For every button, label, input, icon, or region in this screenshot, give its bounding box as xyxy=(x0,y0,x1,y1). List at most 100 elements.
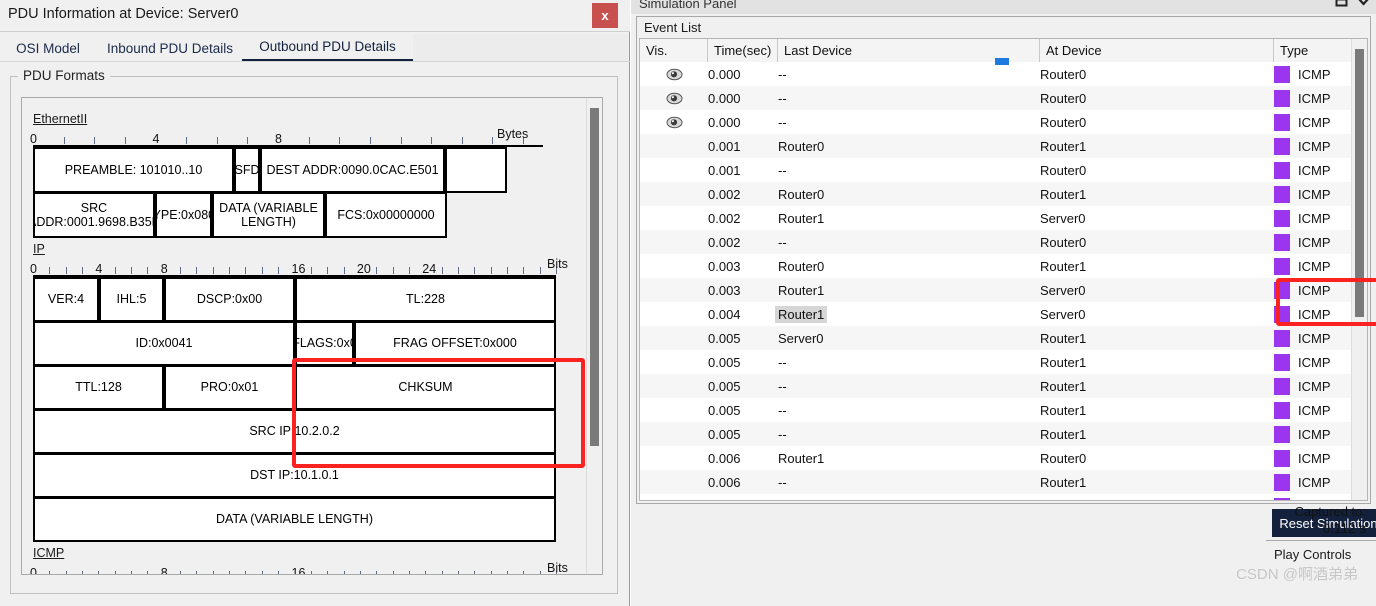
event-visibility-eye-icon[interactable] xyxy=(640,110,708,134)
event-type-color-swatch xyxy=(1274,65,1290,83)
ruler-tick xyxy=(310,267,312,274)
event-type-label: ICMP xyxy=(1298,426,1331,442)
ruler-tick xyxy=(245,571,247,574)
ruler-tick xyxy=(327,267,329,274)
event-table-row[interactable]: 0.005 -- Router1 ICMP xyxy=(640,422,1352,446)
ruler-tick xyxy=(212,571,214,574)
event-table-row[interactable]: 0.002 -- Router0 ICMP xyxy=(640,230,1352,254)
event-visibility-empty xyxy=(640,494,708,500)
event-type-color-swatch xyxy=(1274,233,1290,251)
event-scrollbar-thumb[interactable] xyxy=(1355,49,1364,317)
ruler-tick xyxy=(261,267,263,274)
tab-outbound-pdu-details[interactable]: Outbound PDU Details xyxy=(242,34,413,62)
event-table-row[interactable]: 0.005 Server0 Router1 ICMP xyxy=(640,326,1352,350)
column-header-time[interactable]: Time(sec) xyxy=(708,39,778,62)
event-table-row[interactable]: 0.001 -- Router0 ICMP xyxy=(640,158,1352,182)
event-table-row[interactable]: 0.006 -- Router1 ICMP xyxy=(640,470,1352,494)
event-type-cell: ICMP xyxy=(1274,398,1352,422)
tab-inbound-pdu-details[interactable]: Inbound PDU Details xyxy=(96,34,244,62)
ruler-tick xyxy=(229,267,231,274)
close-icon[interactable]: x xyxy=(592,3,618,28)
event-type-cell: ICMP xyxy=(1274,422,1352,446)
play-controls-label: Play Controls xyxy=(1274,547,1352,562)
event-table-row[interactable]: 0.006 Router1 Router0 ICMP xyxy=(640,446,1352,470)
event-type-cell: ICMP xyxy=(1274,302,1352,326)
event-visibility-eye-icon[interactable] xyxy=(640,86,708,110)
ruler-tick xyxy=(114,571,116,574)
ruler-tick xyxy=(425,571,427,574)
event-table-row[interactable]: 0.005 -- Router1 ICMP xyxy=(640,398,1352,422)
ruler-tick xyxy=(247,137,249,144)
event-table-row[interactable]: 0.002 Router1 Server0 ICMP xyxy=(640,206,1352,230)
ip-bit-ruler: 0 4 8 16 20 24 xyxy=(30,257,557,277)
ruler-tick-label: 0 xyxy=(30,262,37,276)
ruler-tick xyxy=(196,571,198,574)
event-time-cell: 0.001 xyxy=(708,162,741,178)
event-type-label: ICMP xyxy=(1298,186,1331,202)
event-type-label: ICMP xyxy=(1298,306,1331,322)
event-at-device-cell: Router0 xyxy=(1040,114,1087,130)
simulation-panel-title: Simulation Panel xyxy=(639,0,737,11)
event-last-device-cell: -- xyxy=(778,402,787,418)
event-last-device-cell: Router1 xyxy=(778,282,825,298)
event-type-color-swatch xyxy=(1274,161,1290,179)
event-table-row[interactable]: 0.005 -- Router1 ICMP xyxy=(640,374,1352,398)
event-type-cell: ICMP xyxy=(1274,110,1352,134)
event-type-color-swatch xyxy=(1274,89,1290,107)
icmp-ruler-unit: Bits xyxy=(547,561,568,575)
event-table-row[interactable]: 0.000 -- Router0 ICMP xyxy=(640,62,1352,86)
pdu-information-window: PDU Information at Device: Server0 x OSI… xyxy=(0,0,630,606)
event-type-color-swatch xyxy=(1274,353,1290,371)
ruler-tick-label: 20 xyxy=(356,262,371,276)
event-type-label: ICMP xyxy=(1298,282,1331,298)
event-type-cell: ICMP xyxy=(1274,182,1352,206)
pdu-formats-vertical-scrollbar[interactable] xyxy=(586,98,602,574)
event-last-device-cell: -- xyxy=(778,114,787,130)
event-last-device-cell: -- xyxy=(778,426,787,442)
selected-cell-highlight: Router1 xyxy=(775,305,828,323)
event-type-label: ICMP xyxy=(1298,258,1331,274)
event-table-row[interactable]: 0.007 Router1Router0 ICMP xyxy=(640,494,1352,500)
pdu-scrollbar-thumb[interactable] xyxy=(590,108,599,446)
event-last-device-cell: -- xyxy=(778,378,787,394)
event-visibility-eye-icon[interactable] xyxy=(640,62,708,86)
event-table-row[interactable]: 0.000 -- Router0 ICMP xyxy=(640,110,1352,134)
event-table-row[interactable]: 0.003 Router0 Router1 ICMP xyxy=(640,254,1352,278)
ruler-tick-label: 4 xyxy=(95,262,103,276)
ruler-tick xyxy=(539,571,541,574)
event-type-cell: ICMP xyxy=(1274,470,1352,494)
column-header-at-device[interactable]: At Device xyxy=(1040,39,1274,62)
ruler-tick xyxy=(180,571,182,574)
event-table-row[interactable]: 0.001 Router0 Router1 ICMP xyxy=(640,134,1352,158)
event-type-label: ICMP xyxy=(1298,138,1331,154)
event-table-row[interactable]: 0.005 -- Router1 ICMP xyxy=(640,350,1352,374)
close-icon[interactable] xyxy=(1357,0,1370,8)
ruler-tick xyxy=(131,267,133,274)
event-type-color-swatch xyxy=(1274,449,1290,467)
event-table-row[interactable]: 0.002 Router0 Router1 ICMP xyxy=(640,182,1352,206)
field-dest-addr: DEST ADDR:0090.0CAC.E501 xyxy=(260,147,445,193)
event-type-color-swatch xyxy=(1274,137,1290,155)
event-time-cell: 0.000 xyxy=(708,66,741,82)
event-visibility-empty xyxy=(640,230,708,254)
ruler-tick xyxy=(343,267,345,274)
ruler-tick xyxy=(474,571,476,574)
column-header-vis[interactable]: Vis. xyxy=(640,39,708,62)
event-type-color-swatch xyxy=(1274,305,1290,323)
tab-osi-model[interactable]: OSI Model xyxy=(8,34,88,62)
event-visibility-empty xyxy=(640,470,708,494)
event-table-row[interactable]: 0.003 Router1 Server0 ICMP xyxy=(640,278,1352,302)
watermark-text: CSDN @啊酒弟弟 xyxy=(1236,566,1358,583)
event-type-label: ICMP xyxy=(1298,162,1331,178)
event-table-row[interactable]: 0.004 Router1 Server0 ICMP xyxy=(640,302,1352,326)
protocol-label-ethernetii: EthernetII xyxy=(33,112,88,126)
restore-icon[interactable] xyxy=(1335,0,1348,8)
event-last-device-cell: Router0 xyxy=(778,258,825,274)
event-type-label: ICMP xyxy=(1298,474,1331,490)
eye-icon xyxy=(666,92,682,104)
ruler-tick xyxy=(229,571,231,574)
event-time-cell: 0.007 xyxy=(708,494,770,501)
event-table-row[interactable]: 0.000 -- Router0 ICMP xyxy=(640,86,1352,110)
pdu-window-titlebar: PDU Information at Device: Server0 x xyxy=(0,0,630,31)
event-list-vertical-scrollbar[interactable] xyxy=(1351,39,1367,500)
